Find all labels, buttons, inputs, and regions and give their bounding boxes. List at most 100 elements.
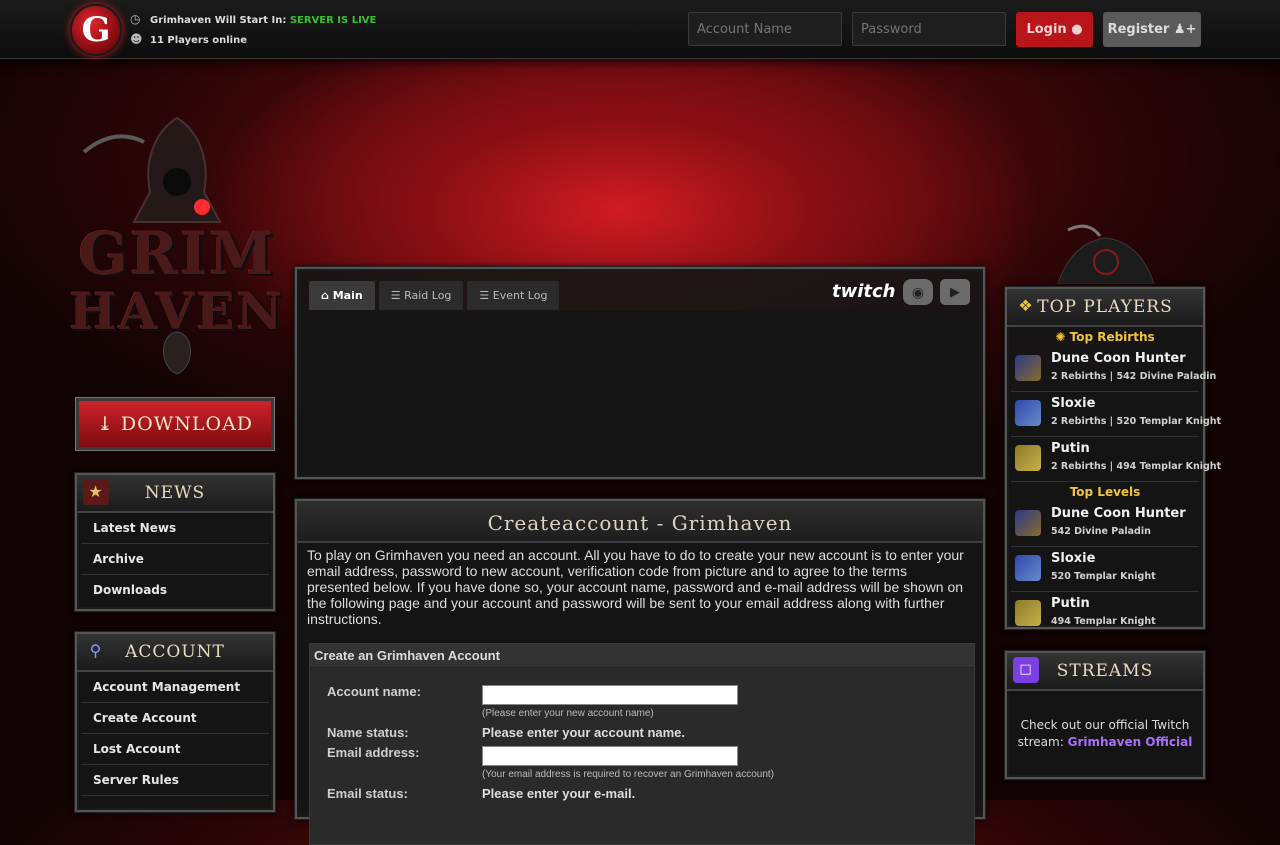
media-content xyxy=(307,311,973,466)
account-header: ⚲ ACCOUNT xyxy=(77,634,273,672)
email-status-value: Please enter your e-mail. xyxy=(482,786,636,801)
logo-line1: GRIM xyxy=(78,220,276,288)
player-name: Sloxie xyxy=(1051,396,1096,411)
top-players-panel: ❖ TOP PLAYERS ✺ Top Rebirths Dune Coon H… xyxy=(1004,286,1221,630)
paladin-icon xyxy=(1015,510,1041,536)
menu-item-account-management[interactable]: Account Management xyxy=(81,672,269,703)
news-icon: ★ xyxy=(83,479,109,505)
news-header: ★ NEWS xyxy=(77,475,273,513)
tab-event-log-label: Event Log xyxy=(492,289,548,302)
name-status-value: Please enter your account name. xyxy=(482,725,686,740)
page-title: Createaccount - Grimhaven xyxy=(297,501,983,543)
menu-item-create-account[interactable]: Create Account xyxy=(81,703,269,734)
player-info: 494 Templar Knight xyxy=(1051,616,1156,627)
paladin-icon xyxy=(1015,355,1041,381)
menu-item-latest-news[interactable]: Latest News xyxy=(81,513,269,544)
menu-item-server-rules[interactable]: Server Rules xyxy=(81,765,269,796)
countdown-label: Grimhaven Will Start In: xyxy=(150,15,287,26)
password-input[interactable] xyxy=(852,12,1006,46)
player-info: 2 Rebirths | 542 Divine Paladin xyxy=(1051,371,1217,382)
list-item[interactable]: Putin 494 Templar Knight xyxy=(1011,592,1199,636)
menu-item-downloads[interactable]: Downloads xyxy=(81,575,269,605)
list-icon: ☰ xyxy=(479,289,490,302)
account-panel: ⚲ ACCOUNT Account Management Create Acco… xyxy=(74,631,276,813)
youtube-icon[interactable]: ▶ xyxy=(940,279,970,305)
reaper-ornament-icon xyxy=(1057,224,1155,284)
players-online: 11 Players online xyxy=(150,35,248,46)
menu-item-archive[interactable]: Archive xyxy=(81,544,269,575)
home-icon: ⌂ xyxy=(321,289,329,302)
player-info: 542 Divine Paladin xyxy=(1051,526,1151,537)
news-title: NEWS xyxy=(144,483,206,503)
twitch-icon: □ xyxy=(1013,657,1039,683)
tab-main[interactable]: ⌂ Main xyxy=(309,281,375,310)
logo-line2: HAVEN xyxy=(69,282,285,341)
trophy-icon: ❖ xyxy=(1018,296,1034,315)
discord-icon[interactable]: ◉ xyxy=(903,279,933,305)
menu-item-lost-account[interactable]: Lost Account xyxy=(81,734,269,765)
email-label: Email address: xyxy=(327,745,420,760)
intro-text: To play on Grimhaven you need an account… xyxy=(307,547,964,627)
new-account-name-input[interactable] xyxy=(482,685,738,705)
tab-raid-log-label: Raid Log xyxy=(404,289,452,302)
player-info: 520 Templar Knight xyxy=(1051,571,1156,582)
download-icon: ⤓ xyxy=(96,413,114,435)
email-input[interactable] xyxy=(482,746,738,766)
login-label: Login xyxy=(1026,22,1067,37)
download-label: DOWNLOAD xyxy=(120,413,254,435)
news-panel: ★ NEWS Latest News Archive Downloads xyxy=(74,472,276,612)
key-icon: ⚲ xyxy=(89,641,103,660)
list-item[interactable]: Sloxie 520 Templar Knight xyxy=(1011,547,1199,592)
tab-bar: ⌂ Main ☰ Raid Log ☰ Event Log xyxy=(309,281,563,310)
account-name-input[interactable] xyxy=(688,12,842,46)
email-status-label: Email status: xyxy=(327,786,408,801)
top-rebirths-label: Top Rebirths xyxy=(1069,330,1155,344)
user-circle-icon: ● xyxy=(1071,22,1083,37)
clock-icon: ◷ xyxy=(130,12,141,26)
streams-panel: □ STREAMS Check out our official Twitch … xyxy=(1004,650,1206,780)
twitch-stream-link[interactable]: Grimhaven Official xyxy=(1068,735,1193,749)
top-levels-title: Top Levels xyxy=(1069,485,1141,499)
user-plus-icon: ♟+ xyxy=(1173,22,1197,37)
create-account-panel: Createaccount - Grimhaven To play on Gri… xyxy=(294,498,986,845)
download-button[interactable]: ⤓ DOWNLOAD xyxy=(75,397,275,451)
top-bar: G ◷ Grimhaven Will Start In: SERVER IS LI… xyxy=(0,0,1280,59)
email-hint: (Your email address is required to recov… xyxy=(482,769,774,780)
list-item[interactable]: Putin 2 Rebirths | 494 Templar Knight xyxy=(1011,437,1221,482)
top-rebirths-title: ✺ Top Rebirths xyxy=(1007,327,1203,347)
knight-icon xyxy=(1015,600,1041,626)
streams-header: □ STREAMS xyxy=(1007,653,1203,691)
list-icon: ☰ xyxy=(390,289,401,302)
account-name-label: Account name: xyxy=(327,684,421,699)
knight-icon xyxy=(1015,400,1041,426)
list-item[interactable]: Dune Coon Hunter 2 Rebirths | 542 Divine… xyxy=(1011,347,1216,392)
knight-icon xyxy=(1015,445,1041,471)
register-label: Register xyxy=(1107,22,1170,37)
top-players-header: ❖ TOP PLAYERS xyxy=(1007,289,1203,327)
site-logo-icon[interactable]: G xyxy=(70,4,122,56)
account-name-hint: (Please enter your new account name) xyxy=(482,708,654,719)
player-name: Dune Coon Hunter xyxy=(1051,351,1186,366)
player-info: 2 Rebirths | 520 Templar Knight xyxy=(1051,416,1222,427)
tab-event-log[interactable]: ☰ Event Log xyxy=(467,281,560,310)
player-info: 2 Rebirths | 494 Templar Knight xyxy=(1051,461,1222,472)
create-account-form: Create an Grimhaven Account Account name… xyxy=(309,643,975,845)
login-button[interactable]: Login ● xyxy=(1016,12,1093,47)
grimhaven-logo[interactable]: GRIM HAVEN xyxy=(64,112,290,397)
register-button[interactable]: Register ♟+ xyxy=(1103,12,1201,47)
player-name: Dune Coon Hunter xyxy=(1051,506,1186,521)
media-panel: ⌂ Main ☰ Raid Log ☰ Event Log twitch ◉ ▶ xyxy=(294,266,986,480)
twitch-link[interactable]: twitch xyxy=(832,279,896,305)
player-name: Putin xyxy=(1051,441,1090,456)
player-name: Sloxie xyxy=(1051,551,1096,566)
players-online-line: ☻ 11 Players online xyxy=(130,32,247,46)
knight-icon xyxy=(1015,555,1041,581)
top-players-title: TOP PLAYERS xyxy=(1037,297,1173,317)
name-status-label: Name status: xyxy=(327,725,409,740)
list-item[interactable]: Dune Coon Hunter 542 Divine Paladin xyxy=(1011,502,1199,547)
list-item[interactable]: Sloxie 2 Rebirths | 520 Templar Knight xyxy=(1011,392,1221,437)
form-title: Create an Grimhaven Account xyxy=(310,644,974,668)
streams-text: Check out our official Twitch stream: Gr… xyxy=(1007,691,1203,751)
tab-main-label: Main xyxy=(332,289,363,302)
tab-raid-log[interactable]: ☰ Raid Log xyxy=(378,281,464,310)
